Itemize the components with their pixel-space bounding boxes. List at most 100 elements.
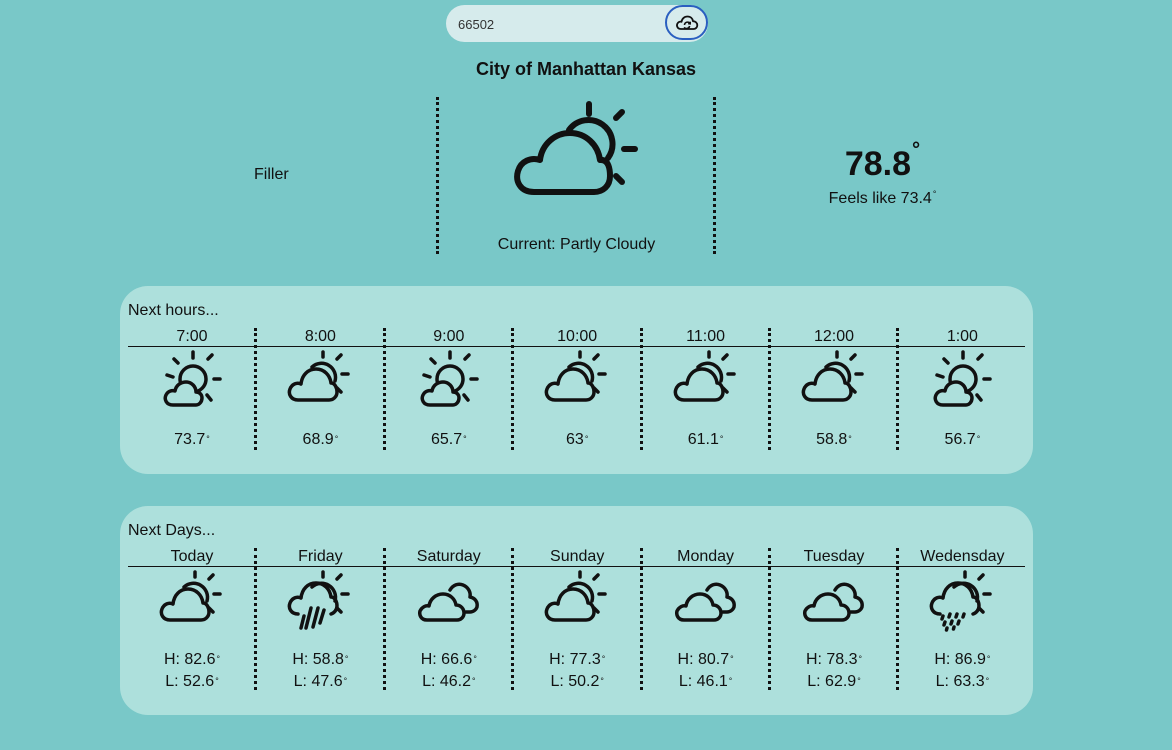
- degree-symbol: °: [600, 675, 604, 686]
- feels-like-text: Feels like 73.4: [828, 190, 932, 207]
- sleet-sun-icon: [898, 570, 1026, 632]
- cloud-refresh-icon: [675, 15, 698, 30]
- day-low: L: 62.9°: [770, 671, 898, 693]
- hour-temp-value: 61.1: [687, 431, 719, 448]
- day-high: H: 66.6°: [385, 649, 513, 671]
- day-column: Today H: 82.6° L: 52.6°: [128, 506, 256, 715]
- day-low-value: L: 46.2: [422, 673, 471, 690]
- day-high: H: 80.7°: [642, 649, 770, 671]
- hour-temp-value: 68.9: [302, 431, 334, 448]
- daily-forecast-panel: Next Days... Today H: 82.6° L: 52.6° Frida…: [120, 506, 1033, 715]
- day-label: Saturday: [416, 548, 481, 565]
- day-high-value: H: 58.8: [292, 651, 344, 668]
- degree-symbol: °: [976, 433, 981, 444]
- hour-temperature: 58.8°: [770, 429, 898, 451]
- degree-symbol: °: [857, 675, 861, 686]
- hour-temp-value: 63: [566, 431, 584, 448]
- hour-temperature: 65.7°: [385, 429, 513, 451]
- day-label: Friday: [298, 548, 343, 565]
- degree-symbol: °: [985, 675, 990, 686]
- degree-symbol: °: [206, 433, 210, 444]
- hour-column: 11:00 61.1°: [642, 286, 770, 474]
- hourly-forecast-panel: Next hours... 7:00 73.7° 8:00 68.9° 9:00 6…: [120, 286, 1033, 474]
- day-low-value: L: 62.9: [807, 673, 857, 690]
- sun-behind-cloud-icon: [128, 350, 256, 408]
- hour-column: 8:00 68.9°: [256, 286, 384, 474]
- degree-symbol: °: [601, 653, 606, 664]
- current-temp-value: 78.8: [844, 145, 912, 183]
- day-low: L: 63.3°: [898, 671, 1026, 693]
- degree-symbol: °: [463, 433, 467, 444]
- day-label: Sunday: [550, 548, 605, 565]
- degree-symbol: °: [728, 675, 733, 686]
- location-title: City of Manhattan Kansas: [475, 59, 697, 79]
- search-button[interactable]: [665, 5, 708, 40]
- day-high-value: H: 82.6: [163, 651, 216, 668]
- rain-sun-icon: [256, 570, 384, 630]
- day-high-value: H: 77.3: [549, 651, 601, 668]
- hour-label: 11:00: [686, 328, 726, 345]
- degree-symbol: °: [848, 433, 852, 444]
- day-low: L: 50.2°: [513, 671, 641, 693]
- day-column: Saturday H: 66.6° L: 46.2°: [385, 506, 513, 715]
- day-high: H: 58.8°: [256, 649, 384, 671]
- current-condition: Current: Partly Cloudy: [497, 236, 656, 253]
- hour-column: 1:00 56.7°: [898, 286, 1026, 474]
- day-label: Tuesday: [803, 548, 865, 565]
- day-low-value: L: 46.1: [678, 673, 728, 690]
- degree-symbol: °: [343, 675, 348, 686]
- day-low-value: L: 52.6: [165, 673, 215, 690]
- filler-text: Filler: [254, 166, 289, 183]
- hour-column: 7:00 73.7°: [128, 286, 256, 474]
- hour-temperature: 68.9°: [256, 429, 384, 451]
- cloud-sun-icon: [642, 350, 770, 406]
- day-low-value: L: 63.3: [935, 673, 985, 690]
- divider: [436, 97, 439, 254]
- degree-symbol: °: [932, 188, 937, 199]
- hour-label: 8:00: [304, 328, 336, 345]
- day-high: H: 86.9°: [898, 649, 1026, 671]
- clouds-icon: [385, 570, 513, 626]
- degree-symbol: °: [334, 433, 339, 444]
- hour-temp-value: 58.8: [816, 431, 848, 448]
- hour-column: 10:00 63°: [513, 286, 641, 474]
- hour-column: 12:00 58.8°: [770, 286, 898, 474]
- day-low: L: 46.2°: [385, 671, 513, 693]
- day-low: L: 52.6°: [128, 671, 256, 693]
- feels-like: Feels like 73.4°: [780, 188, 985, 208]
- degree-symbol: °: [215, 675, 219, 686]
- day-high: H: 82.6°: [128, 649, 256, 671]
- day-high-value: H: 78.3: [805, 651, 858, 668]
- degree-symbol: °: [730, 653, 734, 664]
- degree-symbol: °: [344, 653, 349, 664]
- hour-label: 9:00: [433, 328, 465, 345]
- hour-temperature: 73.7°: [128, 429, 256, 451]
- sun-behind-cloud-icon: [385, 350, 513, 408]
- day-low-value: L: 50.2: [550, 673, 600, 690]
- degree-symbol: °: [472, 675, 476, 686]
- hour-column: 9:00 65.7°: [385, 286, 513, 474]
- cloud-sun-icon: [770, 350, 898, 406]
- degree-symbol: °: [584, 433, 589, 444]
- day-low: L: 47.6°: [256, 671, 384, 693]
- day-label: Today: [170, 548, 214, 565]
- day-high-value: H: 80.7: [677, 651, 730, 668]
- hour-temp-value: 65.7: [430, 431, 463, 448]
- clouds-icon: [770, 570, 898, 626]
- cloud-sun-icon: [513, 570, 641, 626]
- day-label: Monday: [677, 548, 735, 565]
- partly-cloudy-icon: [514, 100, 640, 201]
- day-column: Sunday H: 77.3° L: 50.2°: [513, 506, 641, 715]
- current-temperature: 78.8°: [780, 139, 985, 184]
- zip-search-input[interactable]: [456, 5, 660, 44]
- degree-symbol: °: [858, 653, 863, 664]
- day-high: H: 78.3°: [770, 649, 898, 671]
- hour-temperature: 56.7°: [898, 429, 1026, 451]
- day-high: H: 77.3°: [513, 649, 641, 671]
- hour-temperature: 63°: [513, 429, 641, 451]
- day-column: Tuesday H: 78.3° L: 62.9°: [770, 506, 898, 715]
- hour-temperature: 61.1°: [642, 429, 770, 451]
- degree-symbol: °: [473, 653, 477, 664]
- day-high-value: H: 66.6: [420, 651, 473, 668]
- day-label: Wedensday: [920, 548, 1005, 565]
